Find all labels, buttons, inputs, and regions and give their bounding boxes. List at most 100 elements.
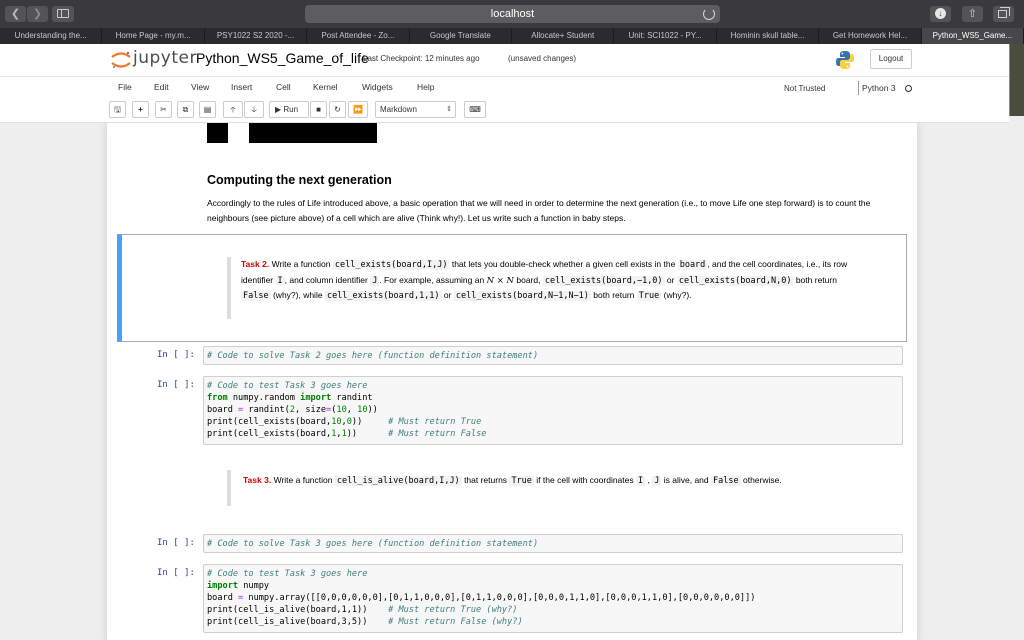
address-bar[interactable]: localhost — [305, 5, 720, 23]
arrow-down-icon: 🡣 — [251, 105, 257, 114]
inline-code: cell_exists(board,N−1,N−1) — [453, 291, 591, 301]
plus-icon: + — [138, 105, 143, 114]
menu-file[interactable]: File — [118, 82, 132, 92]
code-comment: # Must return False — [388, 429, 487, 439]
cell-type-value: Markdown — [380, 105, 417, 114]
code-comment: # Must return True (why?) — [388, 605, 518, 615]
move-down-button[interactable]: 🡣 — [244, 101, 264, 118]
code-keyword: from — [207, 393, 228, 403]
scissors-icon: ✂ — [160, 105, 167, 114]
task-text: Write a function — [271, 259, 331, 269]
code-text: )) — [367, 405, 378, 415]
code-text: )) — [346, 429, 389, 439]
task-text: is alive, and — [663, 475, 709, 485]
task-text: otherwise. — [742, 475, 782, 485]
tabs-icon — [998, 7, 1010, 18]
stop-icon: ■ — [316, 105, 321, 114]
paste-button[interactable]: ▤ — [199, 101, 216, 118]
code-number: 10 — [331, 417, 342, 427]
fast-forward-icon: ⏩ — [353, 105, 363, 114]
restart-run-all-button[interactable]: ⏩ — [348, 101, 368, 118]
browser-tab[interactable]: Allocate+ Student — [512, 28, 615, 44]
menu-insert[interactable]: Insert — [231, 82, 252, 92]
menu-widgets[interactable]: Widgets — [362, 82, 393, 92]
menu-view[interactable]: View — [191, 82, 209, 92]
inline-code: False — [241, 291, 271, 301]
save-button[interactable]: 🖫 — [109, 101, 126, 118]
forward-button[interactable]: ❯ — [27, 6, 48, 22]
browser-tab-bar: Understanding the... Home Page - my.m...… — [0, 28, 1024, 44]
browser-tab[interactable]: Hominin skull table... — [717, 28, 820, 44]
inline-code: I — [636, 476, 646, 486]
browser-tab[interactable]: Google Translate — [410, 28, 513, 44]
inline-code: J — [370, 275, 380, 286]
sidebar-icon — [57, 9, 69, 18]
notebook-name[interactable]: Python_WS5_Game_of_life — [196, 50, 369, 66]
task-text: that lets you double-check whether a giv… — [451, 259, 676, 269]
browser-tab[interactable]: PSY1022 S2 2020 -... — [205, 28, 308, 44]
unsaved-status: (unsaved changes) — [508, 54, 577, 63]
inline-code: True — [509, 476, 534, 486]
code-number: 10 — [336, 405, 347, 415]
section-paragraph: Accordingly to the rules of Life introdu… — [207, 198, 871, 223]
browser-tab[interactable]: Home Page - my.m... — [102, 28, 205, 44]
inline-code: I — [275, 275, 285, 286]
code-text: board — [207, 593, 239, 603]
code-comment: # Must return False (why?) — [388, 617, 523, 627]
downloads-button[interactable]: ↓ — [930, 6, 951, 22]
menu-kernel[interactable]: Kernel — [313, 82, 338, 92]
selected-markdown-cell[interactable]: Task 2. Write a function cell_exists(boa… — [117, 234, 907, 342]
restart-button[interactable]: ↻ — [329, 101, 346, 118]
code-cell-input[interactable]: # Code to test Task 3 goes here from num… — [203, 376, 903, 445]
inline-code: cell_is_alive(board,I,J) — [334, 476, 462, 486]
jupyter-logo-text[interactable]: jupyter — [133, 48, 197, 68]
menu-edit[interactable]: Edit — [154, 82, 169, 92]
code-comment: # Must return True — [388, 417, 482, 427]
cut-button[interactable]: ✂ — [155, 101, 172, 118]
kernel-name: Python 3 — [858, 81, 896, 95]
menu-cell[interactable]: Cell — [276, 82, 291, 92]
reload-icon[interactable] — [703, 8, 715, 20]
task-text: board, — [516, 274, 541, 285]
copy-button[interactable]: ⧉ — [177, 101, 194, 118]
chevron-left-icon: ❮ — [10, 8, 21, 20]
logout-button[interactable]: Logout — [870, 49, 912, 69]
run-button[interactable]: ▶ Run — [269, 101, 309, 118]
browser-tab[interactable]: Unit: SCI1022 - PY... — [614, 28, 717, 44]
task-2-box: Task 2. Write a function cell_exists(boa… — [227, 257, 867, 319]
share-button[interactable]: ⇧ — [962, 6, 983, 22]
tab-overview-button[interactable] — [993, 6, 1014, 22]
browser-tab[interactable]: Understanding the... — [0, 28, 103, 44]
code-comment: # Code to solve Task 2 goes here (functi… — [207, 351, 539, 361]
move-up-button[interactable]: 🡡 — [223, 101, 243, 118]
task-text: , and column identifier — [284, 274, 368, 285]
task-title: Task 3. — [243, 475, 272, 485]
python-logo-icon — [836, 51, 854, 69]
cell-prompt: In [ ]: — [157, 568, 195, 578]
sidebar-toggle-button[interactable] — [52, 6, 74, 22]
insert-cell-button[interactable]: + — [132, 101, 149, 118]
code-text: board — [207, 405, 239, 415]
code-text: )) — [351, 417, 389, 427]
task-text: or — [666, 274, 675, 285]
code-cell-input[interactable]: # Code to solve Task 2 goes here (functi… — [203, 346, 903, 365]
cell-type-select[interactable]: Markdown ⇕ — [375, 101, 456, 118]
browser-tab-active[interactable]: Python_WS5_Game... — [921, 28, 1024, 44]
redacted-image — [249, 123, 377, 143]
browser-tab[interactable]: Get Homework Hel... — [819, 28, 922, 44]
interrupt-button[interactable]: ■ — [310, 101, 327, 118]
code-cell-input[interactable]: # Code to test Task 3 goes here import n… — [203, 564, 903, 633]
back-button[interactable]: ❮ — [5, 6, 26, 22]
task-title: Task 2. — [241, 259, 270, 269]
code-text: print(cell_exists(board, — [207, 429, 332, 439]
jupyter-logo-icon[interactable] — [110, 50, 132, 70]
browser-tab[interactable]: Post Attendee - Zo... — [307, 28, 410, 44]
code-text: numpy — [238, 581, 270, 591]
code-cell-input[interactable]: # Code to solve Task 3 goes here (functi… — [203, 534, 903, 553]
notebook-scroll-area[interactable]: Computing the next generation Accordingl… — [0, 123, 1009, 640]
command-palette-button[interactable]: ⌨ — [464, 101, 486, 118]
paste-icon: ▤ — [203, 105, 212, 114]
trust-status-button[interactable]: Not Trusted — [780, 80, 850, 96]
menu-help[interactable]: Help — [417, 82, 434, 92]
checkpoint-status: Last Checkpoint: 12 minutes ago — [363, 54, 480, 63]
